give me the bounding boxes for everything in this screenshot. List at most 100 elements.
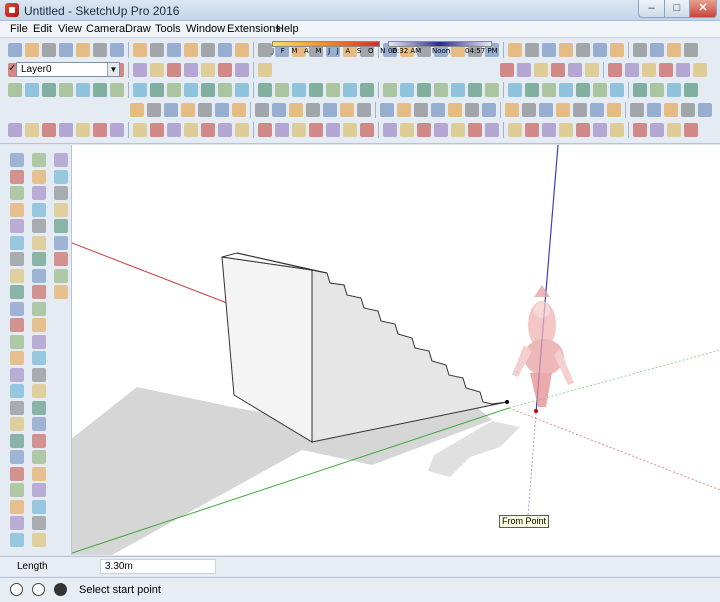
copy-icon[interactable] <box>326 123 340 137</box>
model-info-icon[interactable] <box>110 83 124 97</box>
print-icon[interactable] <box>167 43 181 57</box>
open-icon[interactable] <box>610 43 624 57</box>
menu-extensions[interactable]: Extensions <box>227 22 281 36</box>
print-icon[interactable] <box>181 103 195 117</box>
new-icon[interactable] <box>201 43 215 57</box>
open-icon[interactable] <box>542 83 556 97</box>
erase-icon[interactable] <box>508 43 522 57</box>
redo-icon[interactable] <box>275 83 289 97</box>
save-icon[interactable] <box>559 83 573 97</box>
redo-icon[interactable] <box>201 123 215 137</box>
copy-icon[interactable] <box>201 83 215 97</box>
zoom-icon[interactable] <box>54 285 68 299</box>
push-pull-icon[interactable] <box>32 202 46 217</box>
new-icon[interactable] <box>258 123 272 137</box>
paste-icon[interactable] <box>218 83 232 97</box>
open-icon[interactable] <box>608 63 622 77</box>
rotate-icon[interactable] <box>54 153 68 167</box>
model-info-icon[interactable] <box>184 43 198 57</box>
paint-bucket-icon[interactable] <box>10 516 24 530</box>
undo-icon[interactable] <box>184 123 198 137</box>
redo-icon[interactable] <box>8 123 22 137</box>
print-icon[interactable] <box>551 63 565 77</box>
save-icon[interactable] <box>647 103 661 117</box>
paint-bucket-icon[interactable] <box>10 186 24 200</box>
paste-icon[interactable] <box>676 63 690 77</box>
axes-icon[interactable] <box>10 400 24 415</box>
paste-icon[interactable] <box>343 123 357 137</box>
pan-icon[interactable] <box>32 351 46 365</box>
walk-icon[interactable] <box>32 384 46 398</box>
open-icon[interactable] <box>431 103 445 117</box>
cut-icon[interactable] <box>272 103 286 117</box>
model-info-icon[interactable] <box>309 83 323 97</box>
undo-icon[interactable] <box>147 103 161 117</box>
credits-icon[interactable] <box>32 583 45 596</box>
menu-camera[interactable]: Camera <box>86 22 125 36</box>
open-icon[interactable] <box>630 103 644 117</box>
model-info-icon[interactable] <box>508 83 522 97</box>
erase-icon[interactable] <box>434 83 448 97</box>
drawing-viewport[interactable] <box>72 145 720 555</box>
geo-location-icon[interactable] <box>10 583 23 596</box>
text-icon[interactable] <box>10 384 24 398</box>
cut-icon[interactable] <box>508 123 522 137</box>
undo-icon[interactable] <box>133 43 147 57</box>
push-pull-icon[interactable] <box>32 532 46 547</box>
redo-icon[interactable] <box>150 43 164 57</box>
rectangle-icon[interactable] <box>10 252 24 266</box>
new-icon[interactable] <box>451 123 465 137</box>
user-icon[interactable] <box>54 583 67 596</box>
save-icon[interactable] <box>201 63 215 77</box>
circle-icon[interactable] <box>32 516 46 530</box>
menu-help[interactable]: Help <box>276 22 299 36</box>
rectangle-icon[interactable] <box>32 169 46 184</box>
orbit-icon[interactable] <box>54 252 68 266</box>
axes-icon[interactable] <box>54 235 68 250</box>
open-icon[interactable] <box>25 43 39 57</box>
copy-icon[interactable] <box>235 63 249 77</box>
component-icon[interactable] <box>10 169 24 184</box>
erase-icon[interactable] <box>500 63 514 77</box>
save-icon[interactable] <box>625 63 639 77</box>
cut-icon[interactable] <box>576 83 590 97</box>
redo-icon[interactable] <box>357 103 371 117</box>
copy-icon[interactable] <box>681 103 695 117</box>
cut-icon[interactable] <box>59 43 73 57</box>
open-icon[interactable] <box>150 83 164 97</box>
print-icon[interactable] <box>417 123 431 137</box>
arc-icon[interactable] <box>10 235 24 250</box>
line-icon[interactable] <box>10 219 24 233</box>
copy-icon[interactable] <box>482 103 496 117</box>
new-icon[interactable] <box>167 63 181 77</box>
model-info-icon[interactable] <box>633 123 647 137</box>
open-icon[interactable] <box>184 63 198 77</box>
save-icon[interactable] <box>42 43 56 57</box>
move-icon[interactable] <box>10 301 24 316</box>
copy-icon[interactable] <box>289 103 303 117</box>
cut-icon[interactable] <box>664 103 678 117</box>
new-icon[interactable] <box>59 123 73 137</box>
redo-icon[interactable] <box>534 63 548 77</box>
model-info-icon[interactable] <box>235 123 249 137</box>
component-icon[interactable] <box>32 417 46 431</box>
tape-measure-icon[interactable] <box>10 367 24 382</box>
walk-icon[interactable] <box>10 466 24 481</box>
open-icon[interactable] <box>76 123 90 137</box>
circle-icon[interactable] <box>10 268 24 283</box>
erase-icon[interactable] <box>559 123 573 137</box>
open-icon[interactable] <box>667 123 681 137</box>
save-icon[interactable] <box>485 123 499 137</box>
redo-icon[interactable] <box>556 103 570 117</box>
model-info-icon[interactable] <box>42 123 56 137</box>
offset-icon[interactable] <box>32 268 46 283</box>
menu-window[interactable]: Window <box>186 22 225 36</box>
paste-icon[interactable] <box>25 83 39 97</box>
scale-icon[interactable] <box>32 252 46 266</box>
redo-icon[interactable] <box>542 43 556 57</box>
erase-icon[interactable] <box>235 83 249 97</box>
paste-icon[interactable] <box>542 123 556 137</box>
print-icon[interactable] <box>25 123 39 137</box>
paste-icon[interactable] <box>258 63 272 77</box>
new-icon[interactable] <box>326 83 340 97</box>
